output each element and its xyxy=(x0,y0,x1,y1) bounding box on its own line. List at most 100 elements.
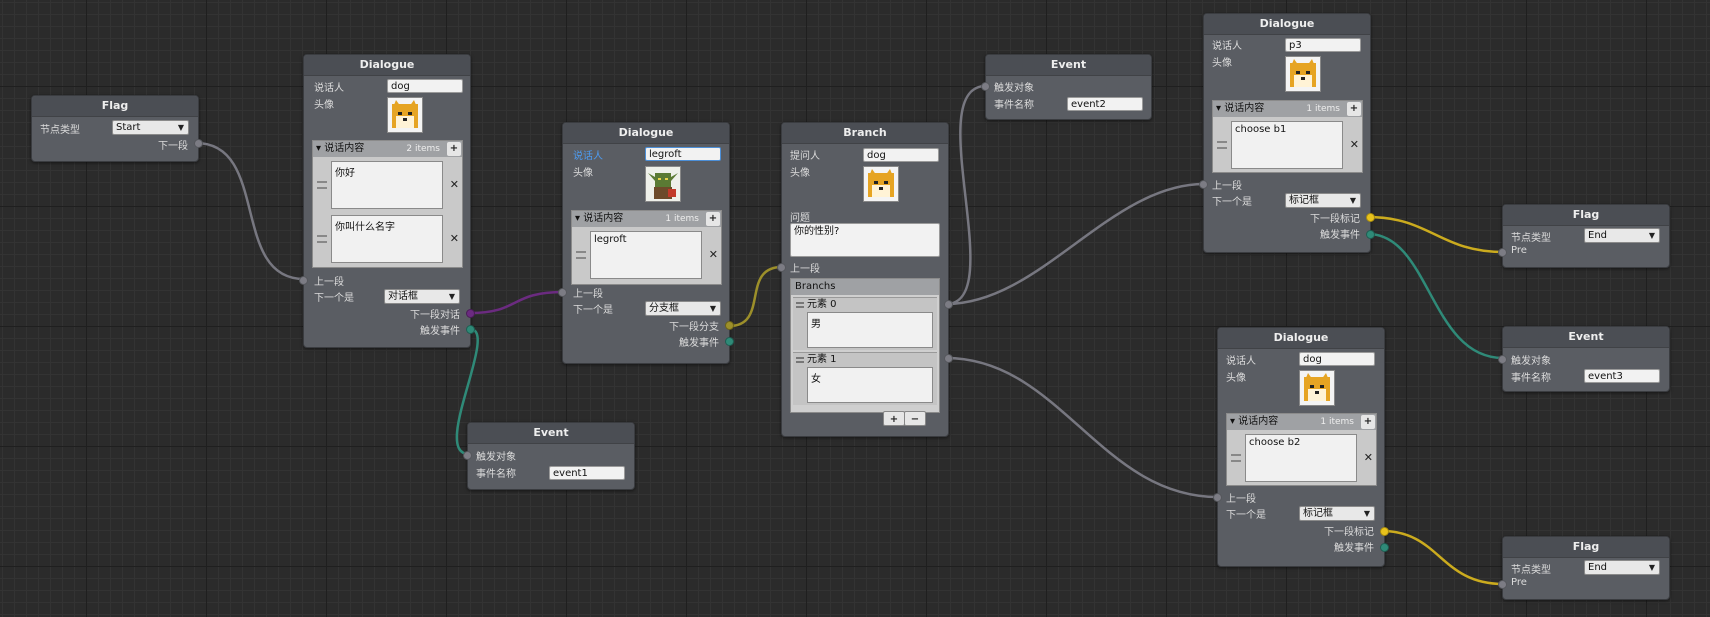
node-title[interactable]: Dialogue xyxy=(304,55,470,76)
next-branch-port[interactable] xyxy=(725,321,734,330)
trigger-target-port[interactable] xyxy=(1498,355,1507,364)
item-text[interactable]: 你好 xyxy=(331,161,443,209)
speaker-input[interactable]: dog xyxy=(1299,352,1375,366)
prev-input-port[interactable] xyxy=(1213,493,1222,502)
shiba-dog-avatar[interactable] xyxy=(1299,370,1335,406)
drag-handle-icon[interactable] xyxy=(576,251,586,259)
add-item-icon[interactable]: + xyxy=(706,212,720,226)
flag-end-node-1[interactable]: Flag 节点类型 End ▼ Pre xyxy=(1498,204,1670,268)
trigger-event-port[interactable] xyxy=(466,325,475,334)
add-item-icon[interactable]: + xyxy=(1361,415,1375,429)
next-is-dropdown[interactable]: 标记框 ▼ xyxy=(1299,506,1375,521)
add-branch-button[interactable]: + xyxy=(883,411,905,426)
node-title[interactable]: Dialogue xyxy=(1204,14,1370,35)
shiba-dog-avatar[interactable] xyxy=(1285,56,1321,92)
prev-input-port[interactable] xyxy=(777,263,786,272)
shiba-dog-avatar[interactable] xyxy=(387,97,423,133)
event-name-input[interactable]: event1 xyxy=(549,466,625,480)
prev-input-port[interactable] xyxy=(299,276,308,285)
flag-start-node[interactable]: Flag 节点类型 Start ▼ 下一段 xyxy=(31,95,203,162)
list-header[interactable]: ▾ 说话内容 1 items + xyxy=(572,211,721,227)
element-header[interactable]: 元素 0 xyxy=(793,298,937,312)
trigger-event-port[interactable] xyxy=(1366,230,1375,239)
event-node-3[interactable]: Event 触发对象 事件名称 event3 xyxy=(1498,326,1670,392)
next-dialogue-port[interactable] xyxy=(466,309,475,318)
item-text[interactable]: choose b2 xyxy=(1245,434,1357,482)
event-name-input[interactable]: event3 xyxy=(1584,369,1660,383)
trigger-event-port[interactable] xyxy=(1380,543,1389,552)
add-item-icon[interactable]: + xyxy=(447,142,461,156)
event-name-input[interactable]: event2 xyxy=(1067,97,1143,111)
dialogue-node-4[interactable]: Dialogue 说话人 dog 头像 ▾ 说话内容 1 items + choos… xyxy=(1213,327,1389,567)
item-text[interactable]: choose b1 xyxy=(1231,121,1343,169)
node-title[interactable]: Flag xyxy=(32,96,198,117)
pre-input-port[interactable] xyxy=(1498,580,1507,589)
list-header[interactable]: ▾ 说话内容 1 items + xyxy=(1213,101,1362,117)
trigger-event-label: 触发事件 xyxy=(1334,543,1374,554)
event-node-2[interactable]: Event 触发对象 事件名称 event2 xyxy=(981,54,1152,120)
drag-handle-icon[interactable] xyxy=(317,235,327,243)
node-title[interactable]: Event xyxy=(468,423,634,444)
dialogue-node-1[interactable]: Dialogue 说话人 dog 头像 ▾ 说话内容 2 items + 你好 ✕ … xyxy=(299,54,475,348)
node-type-dropdown[interactable]: Start ▼ xyxy=(112,120,189,135)
node-title[interactable]: Event xyxy=(1503,327,1669,348)
trigger-event-port[interactable] xyxy=(725,337,734,346)
list-header[interactable]: ▾ 说话内容 2 items + xyxy=(313,141,462,157)
node-title[interactable]: Branch xyxy=(782,123,948,144)
next-flag-port[interactable] xyxy=(1380,527,1389,536)
element-text[interactable]: 男 xyxy=(807,312,933,348)
question-input[interactable]: 你的性别? xyxy=(790,223,940,257)
node-title[interactable]: Flag xyxy=(1503,205,1669,226)
add-item-icon[interactable]: + xyxy=(1347,102,1361,116)
drag-handle-icon[interactable] xyxy=(1231,454,1241,462)
drag-handle-icon[interactable] xyxy=(796,357,804,363)
trigger-target-port[interactable] xyxy=(981,82,990,91)
remove-item-icon[interactable]: ✕ xyxy=(450,178,459,191)
node-type-dropdown[interactable]: End ▼ xyxy=(1584,560,1660,575)
remove-branch-button[interactable]: − xyxy=(904,411,926,426)
drag-handle-icon[interactable] xyxy=(317,181,327,189)
list-header[interactable]: ▾ 说话内容 1 items + xyxy=(1227,414,1376,430)
next-is-dropdown[interactable]: 对话框 ▼ xyxy=(384,289,460,304)
next-is-dropdown[interactable]: 分支框 ▼ xyxy=(645,301,721,316)
drag-handle-icon[interactable] xyxy=(796,302,804,308)
element-header[interactable]: 元素 1 xyxy=(793,353,937,367)
event-node-1[interactable]: Event 触发对象 事件名称 event1 xyxy=(463,422,635,490)
next-flag-port[interactable] xyxy=(1366,213,1375,222)
node-title[interactable]: Event xyxy=(986,55,1151,76)
remove-item-icon[interactable]: ✕ xyxy=(450,232,459,245)
branch-node[interactable]: Branch 提问人 dog 头像 问题 你的性别? 上一段 Branchs 元… xyxy=(777,122,953,437)
speaker-input[interactable]: dog xyxy=(387,79,463,93)
collapse-triangle-icon[interactable]: ▾ xyxy=(1216,103,1221,114)
branch-1-output-port[interactable] xyxy=(944,354,953,363)
trigger-target-port[interactable] xyxy=(463,451,472,460)
node-type-dropdown[interactable]: End ▼ xyxy=(1584,228,1660,243)
remove-item-icon[interactable]: ✕ xyxy=(1364,451,1373,464)
collapse-triangle-icon[interactable]: ▾ xyxy=(316,143,321,154)
node-title[interactable]: Flag xyxy=(1503,537,1669,558)
drag-handle-icon[interactable] xyxy=(1217,141,1227,149)
branch-0-output-port[interactable] xyxy=(944,300,953,309)
prev-input-port[interactable] xyxy=(558,288,567,297)
goblin-avatar[interactable] xyxy=(645,166,681,202)
remove-item-icon[interactable]: ✕ xyxy=(1350,138,1359,151)
item-text[interactable]: legroft xyxy=(590,231,702,279)
pre-input-port[interactable] xyxy=(1498,248,1507,257)
node-title[interactable]: Dialogue xyxy=(1218,328,1384,349)
collapse-triangle-icon[interactable]: ▾ xyxy=(1230,416,1235,427)
remove-item-icon[interactable]: ✕ xyxy=(709,248,718,261)
item-text[interactable]: 你叫什么名字 xyxy=(331,215,443,263)
dialogue-node-3[interactable]: Dialogue 说话人 p3 头像 ▾ 说话内容 1 items + choose… xyxy=(1199,13,1375,253)
prev-input-port[interactable] xyxy=(1199,180,1208,189)
element-text[interactable]: 女 xyxy=(807,367,933,403)
node-title[interactable]: Dialogue xyxy=(563,123,729,144)
speaker-input[interactable]: p3 xyxy=(1285,38,1361,52)
speaker-input[interactable]: legroft xyxy=(645,147,721,161)
asker-input[interactable]: dog xyxy=(863,148,939,162)
shiba-dog-avatar[interactable] xyxy=(863,166,899,202)
next-output-port[interactable] xyxy=(194,139,203,148)
dialogue-node-2[interactable]: Dialogue 说话人 legroft 头像 ▾ 说话内容 1 items + l… xyxy=(558,122,734,364)
collapse-triangle-icon[interactable]: ▾ xyxy=(575,213,580,224)
flag-end-node-2[interactable]: Flag 节点类型 End ▼ Pre xyxy=(1498,536,1670,600)
next-is-dropdown[interactable]: 标记框 ▼ xyxy=(1285,193,1361,208)
